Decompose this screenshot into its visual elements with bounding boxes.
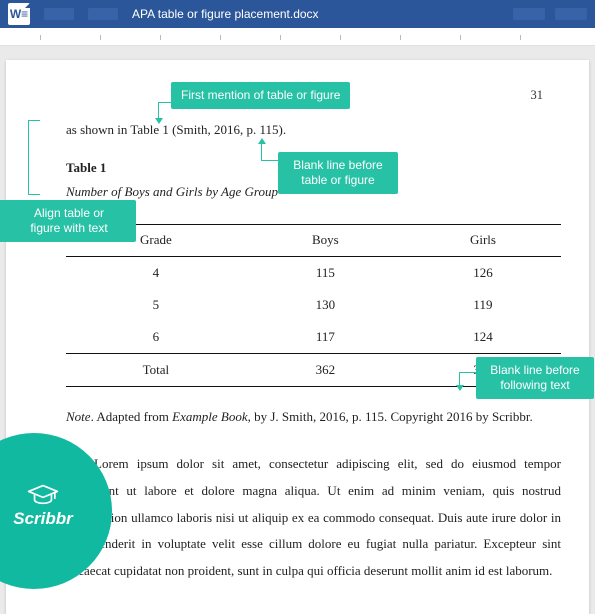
titlebar-placeholder: [88, 8, 118, 20]
callout-line: Blank line before: [490, 363, 579, 377]
table-row: 4 115 126: [66, 256, 561, 289]
table-cell: 126: [405, 256, 561, 289]
table-row: 6 117 124: [66, 321, 561, 354]
callout-blank-before: Blank line before table or figure: [278, 152, 398, 194]
table-row: 5 130 119: [66, 289, 561, 321]
titlebar-placeholder: [555, 8, 587, 20]
table-cell: Total: [66, 353, 246, 386]
callout-line: Blank line before: [293, 158, 382, 172]
callout-line: Align table or: [34, 206, 104, 220]
body-text-line: as shown in Table 1 (Smith, 2016, p. 115…: [66, 120, 561, 140]
graduation-cap-icon: [26, 483, 60, 505]
callout-first-mention: First mention of table or figure: [171, 82, 350, 109]
titlebar-right-controls: [513, 8, 587, 20]
table-header-row: Grade Boys Girls: [66, 225, 561, 256]
note-book-title: Example Book: [172, 409, 247, 424]
callout-line: figure with text: [30, 221, 107, 235]
note-sep: . Adapted from: [91, 409, 173, 424]
callout-line: table or figure: [301, 173, 374, 187]
table-cell: 6: [66, 321, 246, 354]
word-titlebar: W≡ APA table or figure placement.docx: [0, 0, 595, 28]
table-cell: 117: [246, 321, 405, 354]
table-header-cell: Boys: [246, 225, 405, 256]
word-app-icon: W≡: [8, 3, 30, 25]
table-header-cell: Girls: [405, 225, 561, 256]
titlebar-placeholder: [44, 8, 74, 20]
note-tail: , by J. Smith, 2016, p. 115. Copyright 2…: [248, 409, 533, 424]
table-cell: 115: [246, 256, 405, 289]
table-cell: 4: [66, 256, 246, 289]
ruler: [0, 28, 595, 46]
callout-line: following text: [500, 378, 569, 392]
callout-align: Align table or figure with text: [0, 200, 136, 242]
table-cell: 119: [405, 289, 561, 321]
note-label: Note: [66, 409, 91, 424]
table-cell: 362: [246, 353, 405, 386]
table-cell: 5: [66, 289, 246, 321]
callout-blank-after: Blank line before following text: [476, 357, 594, 399]
document-filename: APA table or figure placement.docx: [132, 7, 319, 21]
table-note: Note. Adapted from Example Book, by J. S…: [66, 407, 561, 427]
titlebar-placeholder: [513, 8, 545, 20]
table-cell: 130: [246, 289, 405, 321]
scribbr-brand-name: Scribbr: [13, 509, 73, 529]
bracket-table-heading: [28, 120, 40, 195]
body-paragraph: Lorem ipsum dolor sit amet, consectetur …: [66, 451, 561, 584]
table-cell: 124: [405, 321, 561, 354]
page-number: 31: [531, 86, 544, 105]
